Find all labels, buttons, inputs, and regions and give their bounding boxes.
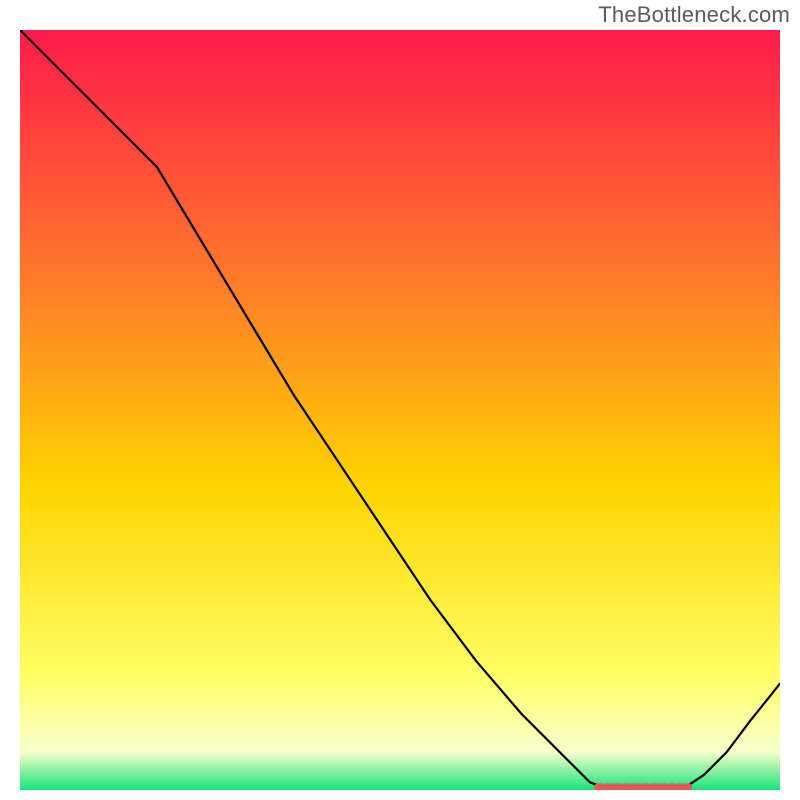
chart-svg xyxy=(20,30,780,790)
chart-stage: TheBottleneck.com xyxy=(0,0,800,800)
plot-area xyxy=(20,30,780,790)
watermark-text: TheBottleneck.com xyxy=(598,2,790,28)
